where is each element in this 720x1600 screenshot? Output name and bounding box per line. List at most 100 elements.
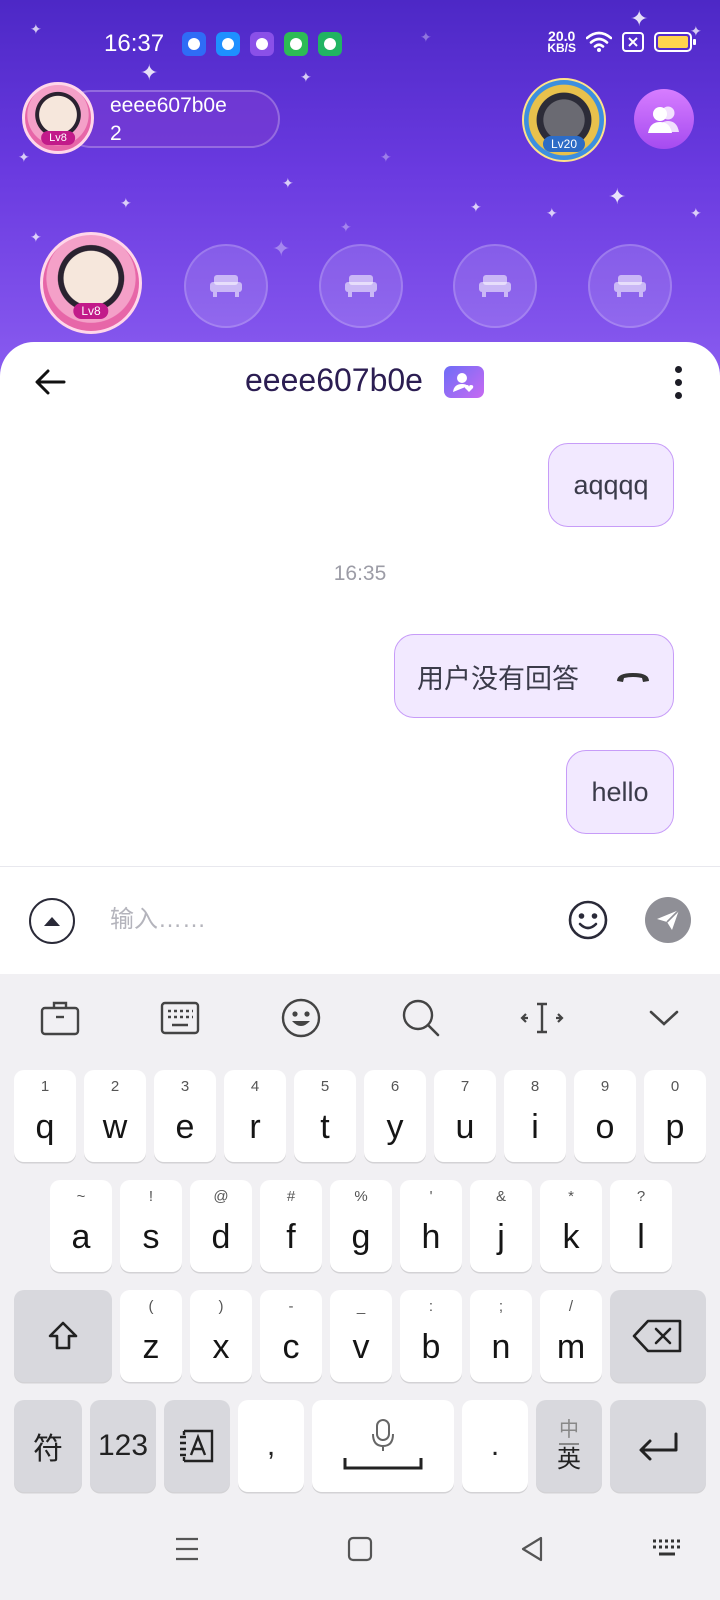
keyboard-search-button[interactable] xyxy=(399,996,443,1040)
backspace-key[interactable] xyxy=(610,1290,706,1382)
key-b[interactable]: :b xyxy=(400,1290,462,1382)
private-chat-sheet: eeee607b0e aqqqq 16:35 用户没有回答 hello xyxy=(0,342,720,974)
key-i[interactable]: 8i xyxy=(504,1070,566,1162)
emoji-button[interactable] xyxy=(567,899,609,941)
hide-keyboard-button[interactable] xyxy=(642,996,686,1040)
status-right-icons: 20.0 KB/S xyxy=(547,29,696,54)
key-h[interactable]: ' h xyxy=(400,1180,462,1272)
wifi-icon xyxy=(586,31,612,52)
ranking-avatar[interactable]: Lv20 xyxy=(522,78,606,162)
key-char: v xyxy=(352,1327,370,1366)
key-hint: 1 xyxy=(40,1078,50,1095)
key-w[interactable]: 2w xyxy=(84,1070,146,1162)
message-text: aqqqq xyxy=(573,469,649,500)
empty-seat[interactable] xyxy=(588,244,672,328)
online-count: 2 xyxy=(110,122,122,145)
key-char: a xyxy=(71,1217,91,1256)
star-decoration: ✦ xyxy=(272,236,291,261)
key-char: q xyxy=(35,1107,55,1146)
key-z[interactable]: (z xyxy=(120,1290,182,1382)
key-u[interactable]: 7u xyxy=(434,1070,496,1162)
keyboard-emoji-button[interactable] xyxy=(279,996,323,1040)
key-l[interactable]: ? l xyxy=(610,1180,672,1272)
key-e[interactable]: 3e xyxy=(154,1070,216,1162)
room-owner-info[interactable]: Lv8 eeee607b0e 2 xyxy=(22,82,280,154)
seat-owner-avatar[interactable]: Lv8 xyxy=(40,232,142,334)
key-hint: ! xyxy=(148,1188,154,1205)
key-label: . xyxy=(490,1429,500,1462)
menu-icon xyxy=(176,1537,198,1561)
key-k[interactable]: * k xyxy=(540,1180,602,1272)
smiley-icon xyxy=(568,900,608,940)
key-j[interactable]: & j xyxy=(470,1180,532,1272)
key-v[interactable]: _ v xyxy=(330,1290,392,1382)
key-n[interactable]: ; n xyxy=(470,1290,532,1382)
key-hint: 9 xyxy=(600,1078,610,1095)
keyboard-layout-button[interactable] xyxy=(158,996,202,1040)
language-switch-key[interactable]: 中 英 xyxy=(536,1400,602,1492)
back-nav-button[interactable] xyxy=(515,1532,549,1566)
space-key[interactable] xyxy=(312,1400,454,1492)
chat-title: eeee607b0e xyxy=(245,362,423,398)
key-o[interactable]: 9o xyxy=(574,1070,636,1162)
key-y[interactable]: 6y xyxy=(364,1070,426,1162)
smiley-icon xyxy=(281,998,321,1038)
expand-panel-button[interactable] xyxy=(29,898,75,944)
shift-icon xyxy=(48,1321,78,1350)
key-g[interactable]: % g xyxy=(330,1180,392,1272)
key-s[interactable]: ! s xyxy=(120,1180,182,1272)
key-char: r xyxy=(249,1107,261,1146)
star-decoration: ✦ xyxy=(30,229,42,245)
key-c[interactable]: -c xyxy=(260,1290,322,1382)
dot xyxy=(674,391,682,399)
key-char: o xyxy=(595,1107,615,1146)
key-char: y xyxy=(386,1107,404,1146)
video-app-icon xyxy=(250,32,274,56)
key-hint: - xyxy=(288,1298,294,1315)
owner-avatar[interactable]: Lv8 xyxy=(22,82,94,154)
key-char: t xyxy=(320,1107,330,1146)
toolbox-button[interactable] xyxy=(38,996,82,1040)
keyboard-switch-button[interactable] xyxy=(650,1532,684,1566)
cursor-move-button[interactable] xyxy=(520,996,564,1040)
members-button[interactable] xyxy=(634,89,694,149)
key-p[interactable]: 0p xyxy=(644,1070,706,1162)
message-bubble-outgoing[interactable]: aqqqq xyxy=(548,443,674,527)
empty-seat[interactable] xyxy=(453,244,537,328)
key-m[interactable]: / m xyxy=(540,1290,602,1382)
key-char: x xyxy=(212,1327,230,1366)
browser-app-icon xyxy=(216,32,240,56)
key-t[interactable]: 5t xyxy=(294,1070,356,1162)
empty-seat[interactable] xyxy=(319,244,403,328)
key-f[interactable]: # f xyxy=(260,1180,322,1272)
key-x[interactable]: ) x xyxy=(190,1290,252,1382)
message-input[interactable] xyxy=(110,895,530,945)
message-bubble-outgoing[interactable]: hello xyxy=(566,750,674,834)
sofa-icon xyxy=(345,275,377,297)
enter-key[interactable] xyxy=(610,1400,706,1492)
send-button[interactable] xyxy=(645,897,691,943)
empty-seat[interactable] xyxy=(184,244,268,328)
home-button[interactable] xyxy=(343,1532,377,1566)
key-q[interactable]: 1q xyxy=(14,1070,76,1162)
recents-button[interactable] xyxy=(170,1532,204,1566)
soft-keyboard: 1q 2w 3e 4r 5t 6y 7u 8i 9o 0p ~ a ! s @ d #… xyxy=(0,974,720,1494)
symbols-key[interactable]: 符 xyxy=(14,1400,82,1492)
key-hint: # xyxy=(286,1188,296,1205)
briefcase-icon xyxy=(40,1001,80,1036)
key-d[interactable]: @ d xyxy=(190,1180,252,1272)
shift-key[interactable] xyxy=(14,1290,112,1382)
key-char: e xyxy=(175,1107,195,1146)
period-key[interactable]: . xyxy=(462,1400,528,1492)
handwriting-key[interactable] xyxy=(164,1400,230,1492)
more-options-button[interactable] xyxy=(664,362,692,402)
key-r[interactable]: 4r xyxy=(224,1070,286,1162)
key-hint: 0 xyxy=(670,1078,680,1095)
key-a[interactable]: ~ a xyxy=(50,1180,112,1272)
call-record-bubble[interactable]: 用户没有回答 xyxy=(394,634,674,718)
message-timestamp: 16:35 xyxy=(333,562,387,585)
numbers-key[interactable]: 123 xyxy=(90,1400,156,1492)
comma-key[interactable]: , xyxy=(238,1400,304,1492)
back-button[interactable] xyxy=(30,362,70,402)
key-hint: * xyxy=(568,1188,574,1205)
